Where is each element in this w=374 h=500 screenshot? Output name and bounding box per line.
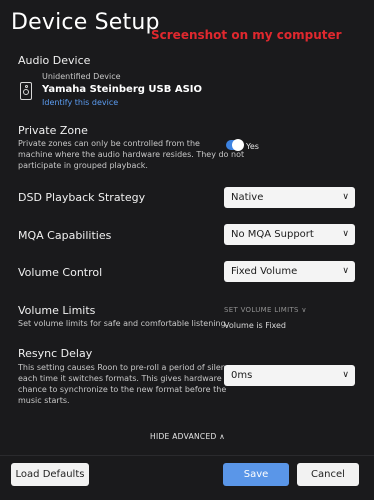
private-zone-toggle-label: Yes [246, 142, 259, 151]
resync-value: 0ms [231, 370, 253, 381]
chevron-down-icon: ∨ [301, 306, 307, 314]
load-defaults-button[interactable]: Load Defaults [11, 463, 89, 486]
private-zone-desc-1: Private zones can only be controlled fro… [18, 139, 200, 148]
chevron-down-icon: ∨ [342, 229, 349, 239]
private-zone-label: Private Zone [18, 124, 88, 137]
hide-advanced-label: HIDE ADVANCED [150, 432, 217, 441]
volume-limits-desc: Set volume limits for safe and comfortab… [18, 319, 229, 328]
mqa-select[interactable]: No MQA Support ∨ [224, 224, 355, 245]
device-subtitle: Unidentified Device [42, 72, 121, 81]
dsd-label: DSD Playback Strategy [18, 191, 146, 204]
volume-fixed-note: Volume is Fixed [224, 321, 286, 330]
private-zone-toggle[interactable] [226, 139, 244, 151]
device-name: Yamaha Steinberg USB ASIO [42, 84, 202, 95]
audio-device-label: Audio Device [18, 54, 91, 67]
private-zone-desc-3: participate in grouped playback. [18, 161, 148, 170]
resync-select[interactable]: 0ms ∨ [224, 365, 355, 386]
resync-label: Resync Delay [18, 347, 93, 360]
resync-desc-4: music starts. [18, 396, 70, 405]
page-title: Device Setup [11, 10, 160, 35]
volume-limits-label: Volume Limits [18, 304, 96, 317]
hide-advanced-button[interactable]: HIDE ADVANCED ∧ [150, 432, 225, 441]
footer-divider [0, 455, 374, 456]
mqa-value: No MQA Support [231, 229, 314, 240]
volume-control-label: Volume Control [18, 266, 103, 279]
chevron-down-icon: ∨ [342, 192, 349, 202]
set-volume-limits-button[interactable]: SET VOLUME LIMITS ∨ [224, 306, 307, 314]
identify-device-link[interactable]: Identify this device [42, 98, 118, 107]
resync-desc-2: each time it switches formats. This give… [18, 374, 230, 383]
resync-desc-1: This setting causes Roon to pre-roll a p… [18, 363, 236, 372]
mqa-label: MQA Capabilities [18, 229, 112, 242]
volume-control-value: Fixed Volume [231, 266, 298, 277]
chevron-up-icon: ∧ [219, 432, 226, 441]
save-button[interactable]: Save [223, 463, 289, 486]
chevron-down-icon: ∨ [342, 266, 349, 276]
dsd-select[interactable]: Native ∨ [224, 187, 355, 208]
annotation-text: Screenshot on my computer [151, 28, 342, 42]
speaker-icon [20, 82, 32, 100]
cancel-button[interactable]: Cancel [297, 463, 359, 486]
resync-desc-3: chance to synchronize to the new format … [18, 385, 227, 394]
volume-control-select[interactable]: Fixed Volume ∨ [224, 261, 355, 282]
toggle-knob [232, 139, 244, 151]
set-volume-limits-label: SET VOLUME LIMITS [224, 306, 299, 314]
dsd-value: Native [231, 192, 264, 203]
private-zone-desc-2: machine where the audio hardware resides… [18, 150, 245, 159]
chevron-down-icon: ∨ [342, 370, 349, 380]
